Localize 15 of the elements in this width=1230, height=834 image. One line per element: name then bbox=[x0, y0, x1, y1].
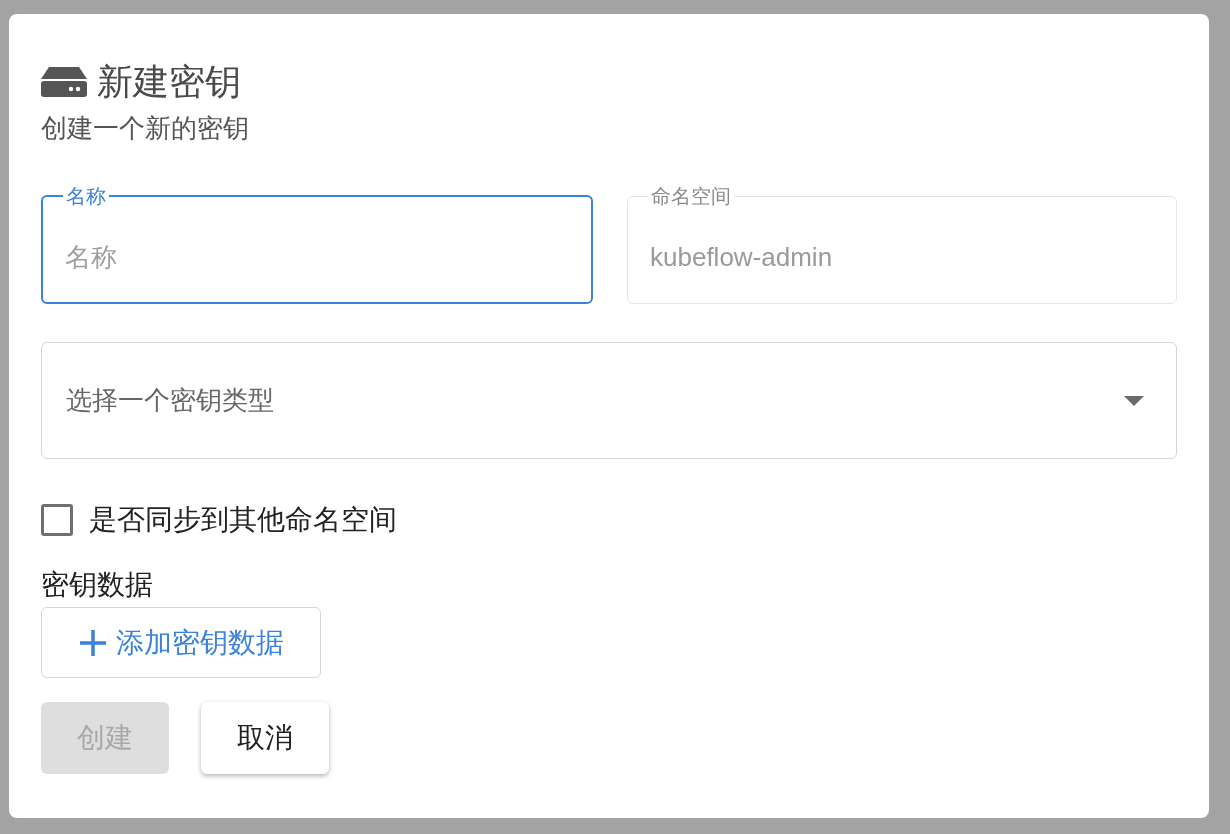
dialog-subtitle: 创建一个新的密钥 bbox=[41, 112, 250, 145]
dialog-title: 新建密钥 bbox=[97, 60, 241, 104]
hard-drive-icon bbox=[41, 67, 87, 97]
dropdown-arrow-icon bbox=[1124, 395, 1144, 406]
plus-icon bbox=[78, 627, 108, 658]
checkbox-label: 是否同步到其他命名空间 bbox=[89, 503, 397, 537]
text-input[interactable]: 名称 bbox=[65, 238, 569, 277]
field-label: 命名空间 bbox=[650, 186, 732, 206]
text-field[interactable]: 名称 名称 bbox=[41, 186, 593, 304]
secret-type-select[interactable]: 选择一个密钥类型 bbox=[41, 342, 1177, 459]
add-secret-data-button[interactable]: 添加密钥数据 bbox=[41, 607, 321, 678]
checkbox[interactable] bbox=[41, 504, 73, 536]
dialog-button[interactable]: 取消 bbox=[201, 702, 329, 774]
section-title: 密钥数据 bbox=[41, 568, 154, 602]
field-label: 名称 bbox=[65, 186, 107, 206]
